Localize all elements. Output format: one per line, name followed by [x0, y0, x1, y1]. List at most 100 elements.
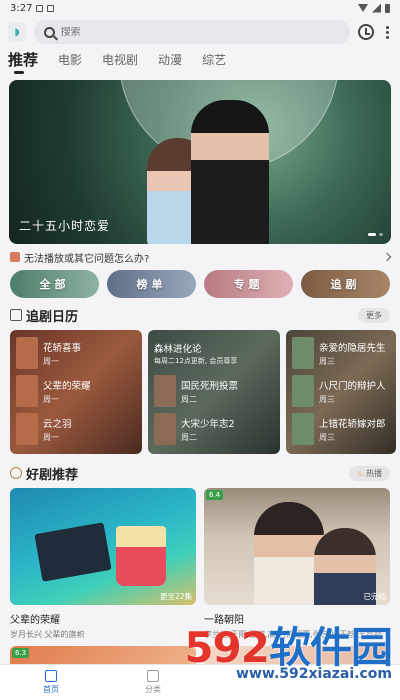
banner-figure — [191, 100, 269, 244]
show-day: 周二 — [181, 432, 197, 442]
show-day: 周二 — [181, 394, 197, 404]
quick-all-button[interactable]: 全部 — [10, 270, 99, 298]
calendar-row[interactable]: 国民死刑投票 周二 — [154, 372, 274, 410]
recommend-header: 好剧推荐 热播 — [0, 462, 400, 484]
nav-home[interactable]: 首页 — [43, 670, 59, 695]
poster-thumb — [16, 375, 38, 407]
status-right — [358, 3, 390, 13]
episode-status: 更至22集 — [159, 592, 192, 601]
calendar-row[interactable]: 上错花轿嫁对郎 周三 — [292, 410, 390, 448]
show-day: 周一 — [43, 432, 59, 442]
quick-topic-button[interactable]: 专题 — [204, 270, 293, 298]
top-bar: ◗ — [0, 16, 400, 48]
hero-banner[interactable]: 二十五小时恋爱 — [9, 80, 391, 244]
calendar-more-button[interactable]: 更多 — [358, 307, 390, 323]
recommend-title: 好剧推荐 — [26, 467, 79, 483]
episode-status: 已完结 — [363, 592, 387, 601]
hot-button[interactable]: 热播 — [348, 465, 390, 481]
calendar-row[interactable]: 亲爱的隐居先生 周三 — [292, 334, 390, 372]
tab-movie[interactable]: 电影 — [58, 51, 82, 74]
watermark-logo: 592软件园 — [184, 627, 393, 669]
calendar-card-tuesday[interactable]: 森林进化论 每周二12点更新, 会员尊享 国民死刑投票 周二 大宋少年志2 周二 — [148, 330, 280, 454]
medal-icon — [10, 467, 22, 479]
score-badge: 6.3 — [12, 648, 30, 658]
show-day: 周一 — [43, 356, 59, 366]
show-name: 亲爱的隐居先生 — [319, 342, 386, 354]
search-box[interactable] — [34, 20, 350, 44]
calendar-card-wednesday[interactable]: 亲爱的隐居先生 周三 八尺门的辩护人 周三 上错花轿嫁对郎 周三 — [286, 330, 396, 454]
site-watermark: 592软件园 www.592xiazai.com — [184, 627, 393, 683]
show-day: 周三 — [319, 432, 335, 442]
banner-caption: 二十五小时恋爱 — [19, 219, 111, 233]
recommend-card[interactable]: 6.4 已完结 一路朝阳 李兰迪,王阳,王鹤,高叶,徐绍嘉,张艺上,王晗,王育助 — [204, 488, 390, 640]
poster-thumb — [16, 413, 38, 445]
more-options-icon[interactable] — [382, 25, 392, 39]
calendar-row[interactable]: 花轿喜事 周一 — [16, 334, 136, 372]
status-left: 3:27 — [10, 2, 55, 14]
show-name: 父辈的荣耀 — [43, 380, 91, 392]
show-name: 花轿喜事 — [43, 342, 82, 354]
show-name: 森林进化论 — [154, 343, 202, 355]
home-icon — [45, 670, 57, 682]
help-notice[interactable]: 无法播放或其它问题怎么办? — [0, 244, 400, 265]
recommend-list: 更至22集 父辈的荣耀 岁月长兴 父辈的旗帜 6.4 已完结 一路朝阳 李兰迪,… — [0, 484, 400, 640]
calendar-row[interactable]: 父辈的荣耀 周一 — [16, 372, 136, 410]
nav-category[interactable]: 分类 — [145, 670, 161, 695]
poster-thumb — [292, 413, 314, 445]
category-icon — [147, 670, 159, 682]
tab-anime[interactable]: 动漫 — [158, 51, 182, 74]
show-name: 大宋少年志2 — [181, 418, 235, 430]
status-bar: 3:27 — [0, 0, 400, 16]
score-badge: 6.4 — [206, 490, 224, 500]
app-logo-icon[interactable]: ◗ — [8, 23, 26, 41]
recommend-card-title: 父辈的荣耀 — [10, 615, 60, 626]
notification-icon — [36, 4, 44, 12]
clapperboard-icon — [34, 522, 112, 582]
calendar-row[interactable]: 八尺门的辩护人 周三 — [292, 372, 390, 410]
calendar-row[interactable]: 森林进化论 每周二12点更新, 会员尊享 — [154, 334, 274, 372]
tab-recommend[interactable]: 推荐 — [8, 49, 38, 74]
chevron-right-icon — [382, 252, 392, 262]
quick-follow-button[interactable]: 追剧 — [301, 270, 390, 298]
status-time: 3:27 — [10, 2, 33, 14]
poster-thumb — [292, 337, 314, 369]
wifi-icon — [358, 4, 368, 12]
notice-text: 无法播放或其它问题怎么办? — [24, 253, 150, 265]
banner-pager — [368, 233, 383, 236]
show-name: 国民死刑投票 — [181, 380, 239, 392]
watermark-brand: 软件园 — [268, 623, 393, 672]
show-day: 周一 — [43, 394, 59, 404]
battery-icon — [385, 3, 390, 13]
show-day: 周三 — [319, 356, 335, 366]
recommend-card[interactable]: 更至22集 父辈的荣耀 岁月长兴 父辈的旗帜 — [10, 488, 196, 640]
warning-icon — [10, 252, 20, 262]
category-tabs: 推荐 电影 电视剧 动漫 综艺 — [0, 48, 400, 74]
poster-thumb — [154, 375, 176, 407]
show-name: 云之羽 — [43, 418, 72, 430]
calendar-row[interactable]: 云之羽 周一 — [16, 410, 136, 448]
show-day: 周三 — [319, 394, 335, 404]
calendar-title: 追剧日历 — [26, 309, 79, 325]
recommend-poster: 6.4 已完结 — [204, 488, 390, 605]
poster-thumb — [16, 337, 38, 369]
history-icon[interactable] — [358, 24, 374, 40]
tab-variety[interactable]: 综艺 — [202, 51, 226, 74]
tab-tv[interactable]: 电视剧 — [102, 51, 138, 74]
nav-home-label: 首页 — [43, 685, 59, 694]
calendar-list: 花轿喜事 周一 父辈的荣耀 周一 云之羽 周一 森林进化论 每周二12点更新, 会员尊享… — [0, 326, 400, 454]
search-icon — [44, 26, 55, 38]
calendar-header: 追剧日历 更多 — [0, 304, 400, 326]
quick-ranking-button[interactable]: 榜单 — [107, 270, 196, 298]
quick-entries: 全部 榜单 专题 追剧 — [0, 264, 400, 298]
recommend-poster: 更至22集 — [10, 488, 196, 605]
calendar-card-monday[interactable]: 花轿喜事 周一 父辈的荣耀 周一 云之羽 周一 — [10, 330, 142, 454]
watermark-number: 592 — [184, 623, 270, 672]
signal-icon — [372, 3, 381, 13]
calendar-icon — [10, 309, 22, 321]
poster-thumb — [154, 413, 176, 445]
show-name: 上错花轿嫁对郎 — [319, 418, 386, 430]
recommend-card-sub: 岁月长兴 父辈的旗帜 — [10, 630, 85, 639]
calendar-row[interactable]: 大宋少年志2 周二 — [154, 410, 274, 448]
search-input[interactable] — [60, 26, 340, 38]
notification-icon — [47, 4, 55, 12]
